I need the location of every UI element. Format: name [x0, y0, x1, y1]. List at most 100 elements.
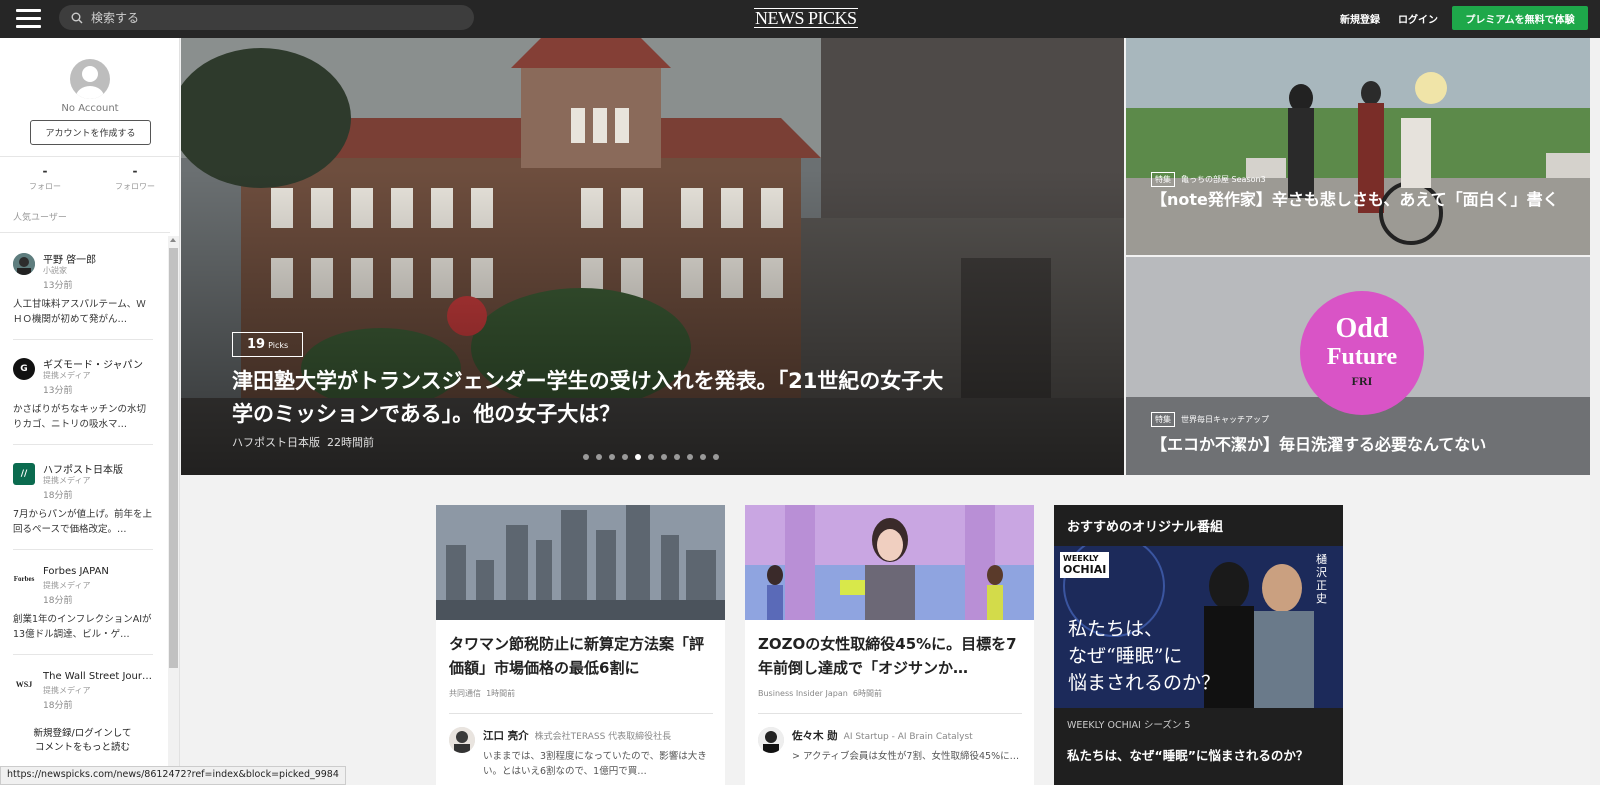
divider — [0, 156, 179, 157]
carousel-dot[interactable] — [687, 454, 693, 460]
article-time: 6時間前 — [852, 689, 882, 698]
odd-future-logo: Odd Future FRI — [1300, 315, 1424, 391]
caption-line: 私たちは、 — [1068, 618, 1164, 640]
feed-time: 18分前 — [43, 701, 73, 711]
caption-line: 悩まされるのか？ — [1068, 672, 1221, 694]
article-time: 1時間前 — [486, 689, 516, 698]
signup-link[interactable]: 新規登録 — [1340, 11, 1380, 26]
feed-text[interactable]: 7月からパンが値上げ。前年を上回るペースで価格改定。… — [13, 507, 153, 537]
forbes-logo-icon[interactable]: Forbes — [13, 568, 35, 590]
feed-user-role: 提携メディア — [43, 371, 91, 380]
hero-title[interactable]: 津田塾大学がトランスジェンダー学生の受け入れを発表。「21世紀の女子大学のミッシ… — [232, 365, 952, 431]
carousel-dot[interactable] — [583, 454, 589, 460]
hero-meta: ハフポスト日本版 22時間前 — [232, 434, 374, 450]
follower-count: - — [132, 164, 138, 178]
article-thumbnail — [745, 505, 1034, 620]
feed-time: 13分前 — [43, 386, 73, 396]
feature-title[interactable]: 【エコか不潔か】毎日洗濯する必要なんてない — [1151, 433, 1591, 457]
search-bar[interactable] — [59, 5, 474, 30]
feature-series: 世界毎日キャッチアップ — [1181, 415, 1269, 424]
feed-time: 18分前 — [43, 596, 73, 606]
scroll-thumb[interactable] — [169, 248, 178, 668]
carousel-dots[interactable] — [583, 454, 719, 460]
program-title[interactable]: 私たちは、なぜ“睡眠”に悩まされるのか？ — [1067, 745, 1308, 764]
search-input[interactable] — [91, 10, 451, 25]
carousel-dot[interactable] — [609, 454, 615, 460]
feed-user-name[interactable]: The Wall Street Jour… — [43, 671, 155, 682]
follower-stat[interactable]: - フォロワー — [105, 164, 165, 192]
status-bar-url: https://newspicks.com/news/8612472?ref=i… — [0, 766, 346, 785]
gizmodo-logo-icon[interactable]: G — [13, 358, 35, 380]
carousel-dot[interactable] — [596, 454, 602, 460]
divider — [13, 549, 153, 550]
article-card[interactable]: ZOZOの女性取締役45%に。目標を7年前倒し達成で「オジサンか… Busine… — [745, 505, 1034, 785]
popular-users-title: 人気ユーザー — [13, 213, 67, 223]
program-thumbnail[interactable]: WEEKLY OCHIAI 樋沢正史 私たちは、 なぜ“睡眠”に 悩まされるのか… — [1054, 546, 1343, 708]
page-scrollbar[interactable] — [1590, 38, 1600, 785]
article-meta: 共同通信 1時間前 — [449, 688, 515, 699]
commenter[interactable]: 佐々木 勋 AI Startup - AI Brain Catalyst — [792, 728, 973, 743]
article-title[interactable]: タワマン節税防止に新算定方法案「評価額」市場価格の最低6割に — [449, 632, 717, 680]
feature-card[interactable]: Odd Future FRI 特集 世界毎日キャッチアップ 【エコか不潔か】毎日洗… — [1126, 257, 1598, 475]
feed-user-name[interactable]: Forbes JAPAN — [43, 566, 155, 577]
caption-line: なぜ“睡眠”に — [1068, 645, 1183, 667]
recommended-program[interactable]: おすすめのオリジナル番組 WEEKLY OCHIAI 樋沢正史 私たちは、 なぜ… — [1054, 505, 1343, 785]
search-icon — [71, 12, 83, 23]
default-avatar-icon — [70, 59, 110, 99]
feature-card[interactable]: 特集 亀っちの部屋 Season3 【note発作家】辛さも悲しさも、あえて「面白… — [1126, 38, 1598, 255]
feed-user-name[interactable]: 平野 啓一郎 — [43, 251, 155, 266]
feature-title[interactable]: 【note発作家】辛さも悲しさも、あえて「面白く」書く — [1151, 188, 1571, 212]
picks-count-badge: 19 Picks — [232, 332, 304, 357]
divider — [449, 713, 713, 714]
hero-article[interactable]: 19 Picks 津田塾大学がトランスジェンダー学生の受け入れを発表。「21世紀の… — [181, 38, 1124, 475]
feed-text[interactable]: 人工甘味料アスパルテーム、ＷＨＯ機関が初めて発がん… — [13, 297, 153, 327]
carousel-dot[interactable] — [622, 454, 628, 460]
hero-time: 22時間前 — [327, 436, 374, 449]
carousel-dot[interactable] — [661, 454, 667, 460]
carousel-dot[interactable] — [700, 454, 706, 460]
create-account-button[interactable]: アカウントを作成する — [30, 120, 151, 145]
feed-text[interactable]: かさばりがちなキッチンの水切りカゴ、ニトリの吸水マ… — [13, 402, 153, 432]
comment-text[interactable]: > アクティブ会員は女性が7割、女性取締役45%に… — [792, 749, 1022, 764]
carousel-dot[interactable] — [648, 454, 654, 460]
thumbnail-caption: 私たちは、 なぜ“睡眠”に 悩まされるのか？ — [1068, 616, 1220, 697]
feed-user-name[interactable]: ギズモード・ジャパン — [43, 356, 155, 371]
feature-card-image — [1126, 38, 1598, 255]
carousel-dot[interactable] — [674, 454, 680, 460]
picks-label: Picks — [268, 341, 289, 350]
sidebar-scrollbar[interactable] — [168, 236, 179, 784]
article-source: 共同通信 — [449, 689, 481, 698]
menu-icon[interactable] — [16, 9, 41, 29]
commenter[interactable]: 江口 亮介 株式会社TERASS 代表取締役社長 — [483, 728, 671, 743]
feed-user-role: 小説家 — [43, 266, 67, 275]
carousel-dot[interactable] — [713, 454, 719, 460]
comment-text[interactable]: いままでは、3割程度になっていたので、影響は大きい。とはいえ6割なので、1億円で… — [483, 749, 713, 779]
feed-user-role: 提携メディア — [43, 581, 91, 590]
feed-user-name[interactable]: ハフポスト日本版 — [43, 461, 155, 476]
commenter-avatar[interactable] — [449, 727, 475, 753]
newspicks-logo[interactable]: NEWS PICKS — [754, 8, 858, 28]
article-thumbnail — [436, 505, 725, 620]
cta-line: コメントをもっと読む — [34, 742, 130, 753]
wsj-logo-icon[interactable]: WSJ — [13, 673, 35, 695]
login-link[interactable]: ログイン — [1398, 11, 1438, 26]
article-card[interactable]: タワマン節税防止に新算定方法案「評価額」市場価格の最低6割に 共同通信 1時間前… — [436, 505, 725, 785]
logo-line: Future — [1326, 344, 1398, 370]
feed-text[interactable]: 創業1年のインフレクションAIが13億ドル調達、ビル・ゲ… — [13, 612, 153, 642]
commenter-name[interactable]: 江口 亮介 — [483, 730, 529, 742]
weekly-ochiai-badge: WEEKLY OCHIAI — [1060, 552, 1110, 578]
scroll-up-arrow-icon[interactable] — [170, 238, 176, 242]
badge-line: OCHIAI — [1063, 563, 1107, 576]
article-title[interactable]: ZOZOの女性取締役45%に。目標を7年前倒し達成で「オジサンか… — [758, 632, 1026, 680]
premium-trial-button[interactable]: プレミアムを無料で体験 — [1452, 6, 1588, 30]
follow-count: - — [42, 164, 48, 178]
user-avatar[interactable] — [13, 253, 35, 275]
huffpost-logo-icon[interactable]: // — [13, 463, 35, 485]
commenter-avatar[interactable] — [758, 727, 784, 753]
follow-stat[interactable]: - フォロー — [15, 164, 75, 192]
carousel-dot[interactable] — [635, 454, 641, 460]
commenter-role: AI Startup - AI Brain Catalyst — [843, 732, 973, 742]
divider — [13, 444, 153, 445]
feature-tag: 特集 — [1151, 172, 1175, 187]
commenter-name[interactable]: 佐々木 勋 — [792, 730, 838, 742]
